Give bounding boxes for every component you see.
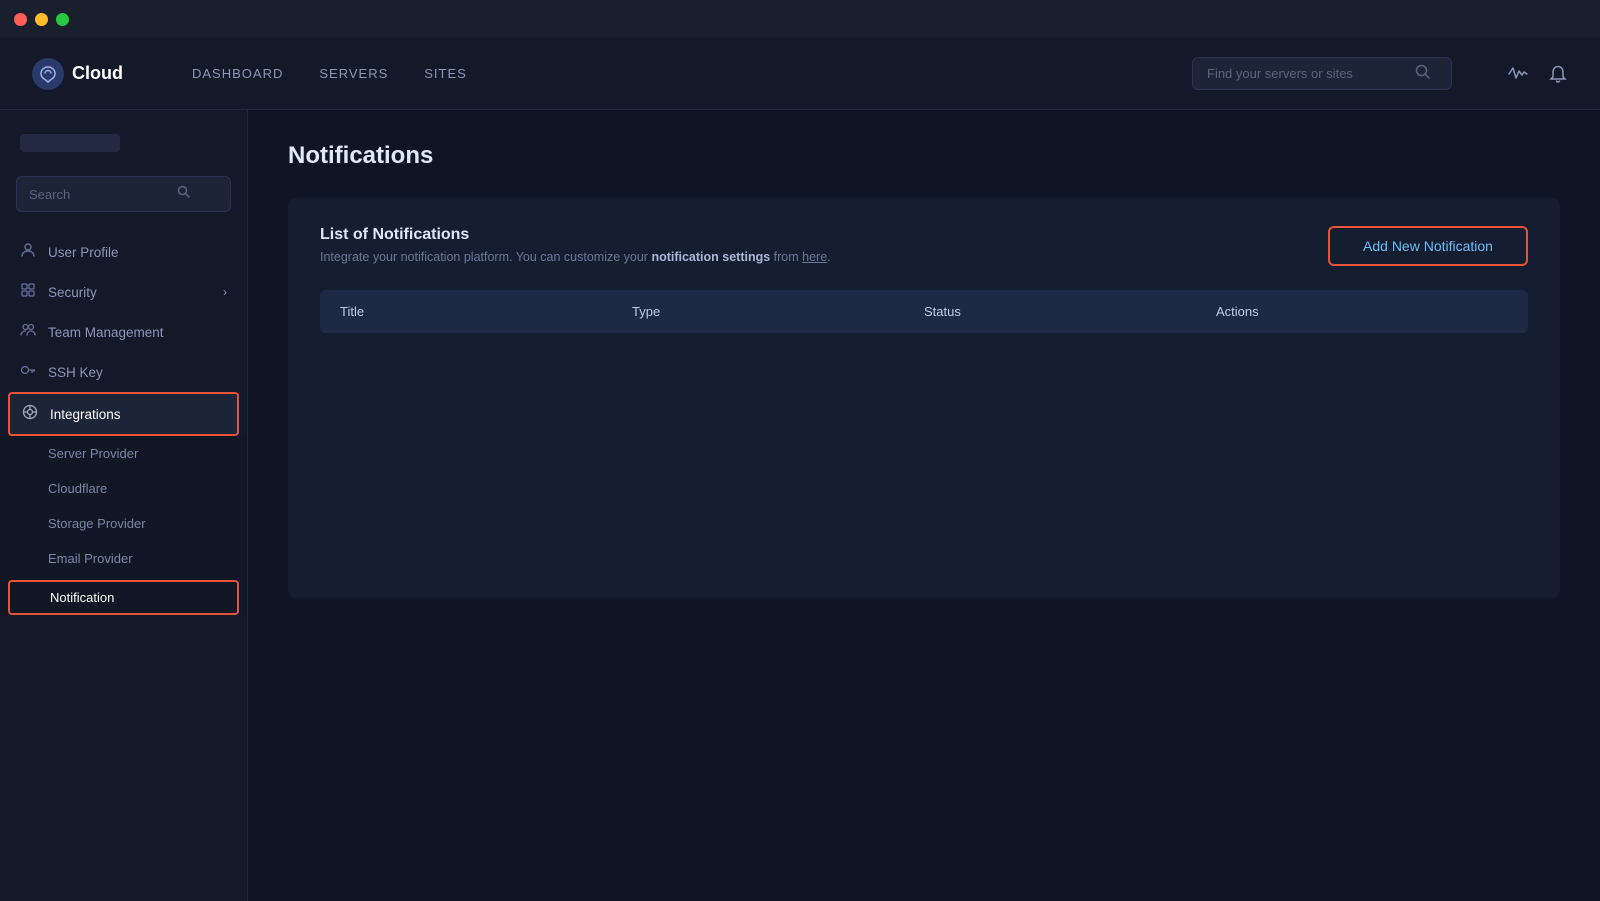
nav-links: DASHBOARD SERVERS SITES: [192, 66, 1152, 81]
bell-icon[interactable]: [1548, 64, 1568, 84]
sidebar-subitem-storage-provider[interactable]: Storage Provider: [0, 506, 247, 541]
sidebar-item-ssh-key[interactable]: SSH Key: [0, 352, 247, 392]
close-button[interactable]: [14, 13, 27, 26]
col-type: Type: [632, 304, 924, 319]
sidebar-subitem-email-provider[interactable]: Email Provider: [0, 541, 247, 576]
logo[interactable]: Cloud: [32, 58, 152, 90]
sidebar-item-label: User Profile: [48, 245, 119, 260]
user-profile-icon: [20, 242, 36, 262]
subitem-label: Cloudflare: [48, 481, 107, 496]
sidebar-item-integrations[interactable]: Integrations: [8, 392, 239, 436]
panel-header: List of Notifications Integrate your not…: [320, 226, 1528, 266]
col-actions: Actions: [1216, 304, 1508, 319]
logo-icon: [32, 58, 64, 90]
nav-icons: [1508, 64, 1568, 84]
sidebar-item-team-management[interactable]: Team Management: [0, 312, 247, 352]
sidebar-subitem-cloudflare[interactable]: Cloudflare: [0, 471, 247, 506]
subitem-label: Storage Provider: [48, 516, 146, 531]
sidebar-item-user-profile[interactable]: User Profile: [0, 232, 247, 272]
user-avatar-placeholder: [20, 134, 120, 152]
here-link[interactable]: here: [802, 250, 827, 264]
panel-description: Integrate your notification platform. Yo…: [320, 250, 831, 264]
security-icon: [20, 282, 36, 302]
sidebar: User Profile Security ›: [0, 110, 248, 901]
titlebar: [0, 0, 1600, 38]
sidebar-search-input[interactable]: [29, 187, 169, 202]
sidebar-subitem-notification[interactable]: Notification: [8, 580, 239, 615]
content-area: Notifications List of Notifications Inte…: [248, 110, 1600, 901]
search-icon: [1415, 64, 1430, 83]
sidebar-item-label: SSH Key: [48, 365, 103, 380]
table-header: Title Type Status Actions: [320, 290, 1528, 333]
sidebar-item-security[interactable]: Security ›: [0, 272, 247, 312]
table-body: [320, 333, 1528, 533]
ssh-key-icon: [20, 362, 36, 382]
subitem-label: Server Provider: [48, 446, 138, 461]
col-status: Status: [924, 304, 1216, 319]
col-title: Title: [340, 304, 632, 319]
minimize-button[interactable]: [35, 13, 48, 26]
activity-icon[interactable]: [1508, 64, 1528, 84]
nav-dashboard[interactable]: DASHBOARD: [192, 66, 283, 81]
nav-sites[interactable]: SITES: [424, 66, 467, 81]
notifications-panel: List of Notifications Integrate your not…: [288, 198, 1560, 598]
sidebar-subitems: Server Provider Cloudflare Storage Provi…: [0, 436, 247, 615]
global-search[interactable]: [1192, 57, 1452, 90]
sidebar-search-icon: [177, 185, 190, 203]
chevron-right-icon: ›: [223, 285, 227, 299]
sidebar-item-label: Integrations: [50, 407, 121, 422]
topnav: Cloud DASHBOARD SERVERS SITES: [0, 38, 1600, 110]
integrations-icon: [22, 404, 38, 424]
nav-servers[interactable]: SERVERS: [319, 66, 388, 81]
page-title: Notifications: [288, 142, 1560, 170]
sidebar-subitem-server-provider[interactable]: Server Provider: [0, 436, 247, 471]
team-management-icon: [20, 322, 36, 342]
sidebar-item-label: Team Management: [48, 325, 164, 340]
maximize-button[interactable]: [56, 13, 69, 26]
panel-title: List of Notifications: [320, 226, 831, 244]
sidebar-search[interactable]: [16, 176, 231, 212]
subitem-label: Email Provider: [48, 551, 133, 566]
sidebar-item-label: Security: [48, 285, 97, 300]
panel-info: List of Notifications Integrate your not…: [320, 226, 831, 264]
add-notification-button[interactable]: Add New Notification: [1328, 226, 1528, 266]
main-layout: User Profile Security ›: [0, 110, 1600, 901]
logo-text: Cloud: [72, 63, 123, 84]
global-search-input[interactable]: [1207, 66, 1407, 81]
subitem-label: Notification: [50, 590, 114, 605]
